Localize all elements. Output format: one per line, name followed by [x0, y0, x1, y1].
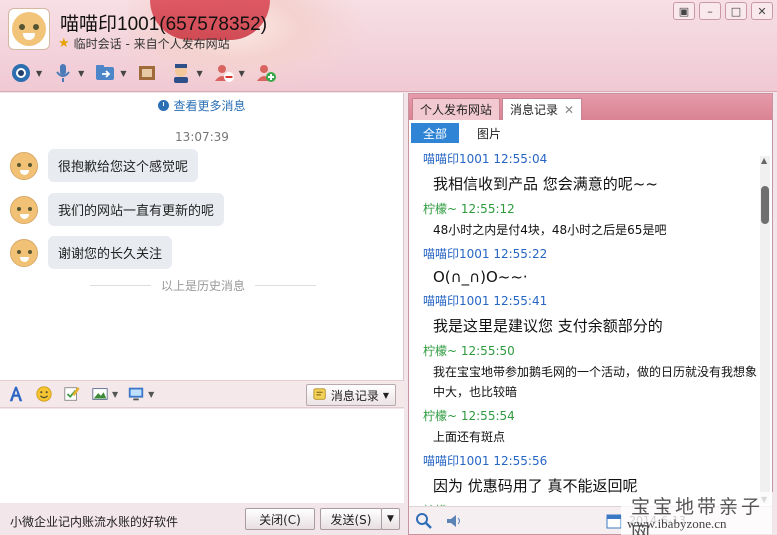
- side-panel: 个人发布网站 消息记录 ✕ 全部 图片 喵喵印1001 12:55:04 我相信收…: [408, 93, 773, 535]
- history-message-text: O(∩_∩)O~~·: [433, 268, 528, 286]
- star-icon: ★: [58, 36, 70, 51]
- emoji-icon[interactable]: [34, 384, 54, 404]
- clock-icon: [158, 100, 170, 111]
- history-sender-time: 柠檬~ 12:55:50: [423, 344, 515, 358]
- history-message-text: 48小时之内是付4块，48小时之后是65是吧: [433, 223, 667, 237]
- history-message-text: 我相信收到产品 您会满意的呢~~: [433, 175, 658, 193]
- ad-link[interactable]: 小微企业记内账流水账的好软件: [10, 513, 178, 530]
- close-window-button[interactable]: ✕: [751, 2, 773, 20]
- message-bubble: 很抱歉给您这个感觉呢: [48, 149, 199, 182]
- session-subtitle-text: 临时会话 - 来自个人发布网站: [73, 37, 230, 51]
- send-options-button[interactable]: ▼: [381, 508, 400, 530]
- chevron-down-icon[interactable]: ▼: [239, 69, 245, 78]
- history-message-text: 我在宝宝地带参加鹅毛网的一个活动，做的日历就没有我想象中大，也比较暗: [433, 365, 758, 399]
- chevron-down-icon[interactable]: ▼: [78, 69, 84, 78]
- view-more-messages-label: 查看更多消息: [173, 99, 246, 113]
- message-input[interactable]: [0, 409, 404, 503]
- filter-all[interactable]: 全部: [411, 123, 460, 143]
- tab-label: 消息记录: [510, 103, 559, 117]
- chat-footer: 小微企业记内账流水账的好软件 关闭(C) 发送(S) ▼: [0, 503, 404, 535]
- history-sender-time: 喵喵印1001 12:55:04: [423, 152, 548, 166]
- chat-message: 我们的网站一直有更新的呢: [10, 193, 225, 226]
- history-sender-time: 喵喵印1001 12:55:41: [423, 294, 548, 308]
- screenshot-icon[interactable]: [126, 384, 146, 404]
- session-subtitle: ★ 临时会话 - 来自个人发布网站: [58, 35, 230, 52]
- history-message-text: 上面还有斑点: [433, 430, 506, 444]
- sender-avatar[interactable]: [10, 151, 38, 180]
- tab-label: 个人发布网站: [420, 103, 493, 117]
- close-icon[interactable]: ✕: [564, 103, 574, 117]
- screen-share-icon[interactable]: [134, 60, 160, 86]
- history-divider: 以上是历史消息: [90, 277, 317, 294]
- watermark-url: www.ibabyzone.cn: [627, 516, 727, 531]
- side-tab-bar: 个人发布网站 消息记录 ✕: [409, 94, 772, 120]
- chat-toolbar: ▼ ▼ ▼ ▼ ▼: [8, 60, 279, 86]
- chat-message: 很抱歉给您这个感觉呢: [10, 149, 199, 182]
- image-icon[interactable]: [90, 384, 110, 404]
- message-timestamp: 13:07:39: [175, 130, 229, 144]
- chevron-down-icon[interactable]: ▼: [120, 69, 126, 78]
- window-title: 喵喵印1001(657578352): [60, 14, 268, 35]
- history-icon: [313, 387, 327, 404]
- close-button[interactable]: 关闭(C): [245, 508, 315, 530]
- contact-avatar[interactable]: [8, 8, 50, 50]
- minimize-button[interactable]: –: [699, 2, 721, 20]
- site-watermark: 宝宝地带亲子网 www.ibabyzone.cn: [621, 492, 773, 535]
- chevron-down-icon[interactable]: ▼: [36, 69, 42, 78]
- avatar-icon[interactable]: [168, 60, 194, 86]
- window-controls: ▣ – □ ✕: [673, 2, 773, 20]
- maximize-button[interactable]: □: [725, 2, 747, 20]
- history-filter-bar: 全部 图片: [409, 120, 772, 146]
- history-scrollbar[interactable]: ▲ ▼: [760, 156, 770, 504]
- window-header: 喵喵印1001(657578352) ★ 临时会话 - 来自个人发布网站 ▣ –…: [0, 0, 777, 92]
- message-history-label: 消息记录: [330, 388, 379, 403]
- add-contact-icon[interactable]: [253, 60, 279, 86]
- font-icon[interactable]: [6, 384, 26, 404]
- cat-avatar-icon: [12, 12, 46, 46]
- input-toolbar: ▼ ▼ 消息记录 ▼: [0, 380, 404, 408]
- search-icon[interactable]: [415, 512, 433, 530]
- message-history-log[interactable]: 喵喵印1001 12:55:04 我相信收到产品 您会满意的呢~~ 柠檬~ 12:5…: [409, 146, 761, 506]
- message-bubble: 谢谢您的长久关注: [48, 236, 173, 269]
- chevron-down-icon[interactable]: ▼: [196, 69, 202, 78]
- chevron-down-icon[interactable]: ▼: [148, 390, 154, 399]
- scroll-thumb[interactable]: [761, 186, 769, 224]
- history-message-text: 我是这里是建议您 支付余额部分的: [433, 317, 663, 335]
- history-sender-time: 柠檬~ 12:55:54: [423, 409, 515, 423]
- message-bubble: 我们的网站一直有更新的呢: [48, 193, 225, 226]
- tab-personal-site[interactable]: 个人发布网站: [412, 98, 501, 120]
- voice-call-icon[interactable]: [50, 60, 76, 86]
- history-divider-label: 以上是历史消息: [161, 279, 246, 293]
- chat-message-area[interactable]: 查看更多消息 13:07:39 很抱歉给您这个感觉呢 我们的网站一直有更新的呢 …: [0, 93, 404, 380]
- history-sender-time: 喵喵印1001 12:55:22: [423, 247, 548, 261]
- sender-avatar[interactable]: [10, 238, 38, 267]
- skin-button[interactable]: ▣: [673, 2, 695, 20]
- view-more-messages-link[interactable]: 查看更多消息: [0, 97, 404, 114]
- divider-line: [255, 285, 317, 286]
- remove-contact-icon[interactable]: [211, 60, 237, 86]
- tab-message-history[interactable]: 消息记录 ✕: [502, 98, 583, 120]
- divider-line: [90, 285, 151, 286]
- file-transfer-icon[interactable]: [92, 60, 118, 86]
- history-sender-time: 喵喵印1001 12:55:56: [423, 454, 548, 468]
- chevron-down-icon: ▼: [382, 390, 389, 400]
- send-button[interactable]: 发送(S): [320, 508, 382, 530]
- message-history-button[interactable]: 消息记录 ▼: [305, 384, 396, 406]
- video-call-icon[interactable]: [8, 60, 34, 86]
- history-sender-time: 柠檬~ 12:55:12: [423, 202, 515, 216]
- chat-message: 谢谢您的长久关注: [10, 236, 173, 269]
- edit-note-icon[interactable]: [62, 384, 82, 404]
- speaker-icon[interactable]: [445, 512, 463, 530]
- scroll-up-icon[interactable]: ▲: [761, 156, 767, 165]
- sender-avatar[interactable]: [10, 195, 38, 224]
- filter-images[interactable]: 图片: [465, 123, 513, 143]
- chevron-down-icon[interactable]: ▼: [112, 390, 118, 399]
